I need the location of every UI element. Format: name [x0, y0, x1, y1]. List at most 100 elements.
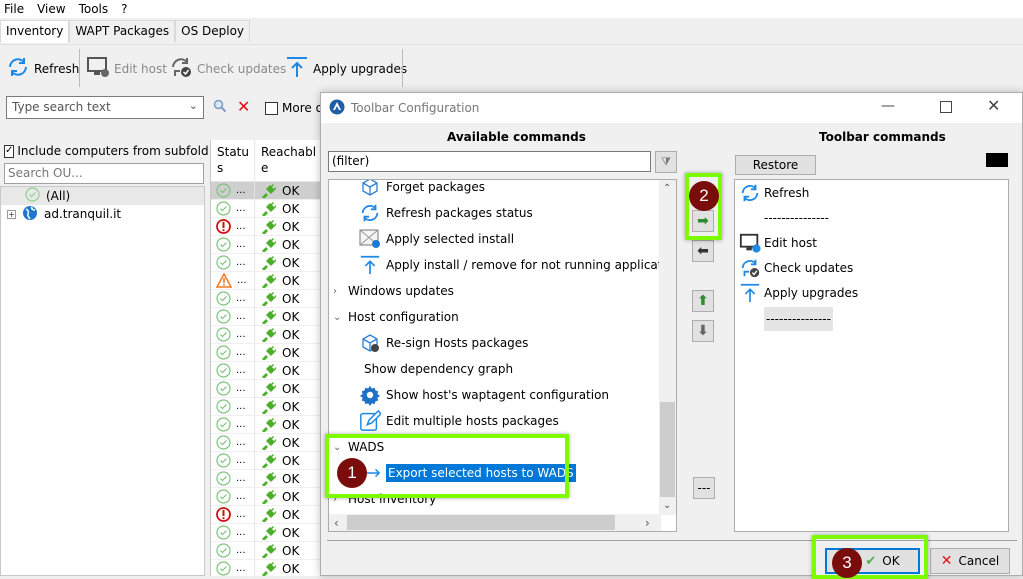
scroll-up-icon[interactable]: ⌃ — [663, 183, 671, 194]
tree-item[interactable]: Apply selected install — [359, 226, 514, 252]
table-row[interactable]: ... OK — [211, 235, 322, 254]
menu-view[interactable]: View — [37, 2, 65, 16]
highlight-ok-button — [812, 535, 928, 579]
chevron-down-icon[interactable]: ⌄ — [189, 99, 198, 112]
table-row[interactable]: ... OK — [211, 451, 322, 470]
tree-item[interactable]: Show dependency graph — [359, 356, 513, 382]
table-row[interactable]: ... OK — [211, 253, 322, 272]
search-input[interactable]: Type search text ⌄ — [6, 96, 204, 119]
ou-search-input[interactable]: Search OU... — [4, 163, 204, 184]
table-row[interactable]: ... OK — [211, 559, 322, 578]
table-row[interactable]: ... OK — [211, 541, 322, 560]
table-row[interactable]: ... OK — [211, 307, 322, 326]
apply-upgrades-button[interactable]: Apply upgrades — [285, 55, 407, 82]
tab-os-deploy[interactable]: OS Deploy — [175, 20, 251, 42]
toolbar-command-label: Apply upgrades — [764, 286, 859, 300]
tree-label: Edit multiple hosts packages — [386, 414, 559, 428]
table-row[interactable]: ... OK — [211, 199, 322, 218]
scrollbar-thumb[interactable] — [660, 402, 675, 497]
table-row[interactable]: ... OK — [211, 379, 322, 398]
status-cell: ... — [211, 343, 255, 362]
search-icon[interactable] — [213, 99, 227, 116]
column-header-status[interactable]: Statu s — [211, 140, 255, 181]
table-row[interactable]: ... OK — [211, 505, 322, 524]
clear-filter-button[interactable]: ⧩ — [655, 151, 677, 173]
table-row[interactable]: ... OK — [211, 361, 322, 380]
toolbar-command-item[interactable]: Edit host — [739, 232, 817, 254]
tree-item[interactable]: Apply install / remove for not running a… — [359, 252, 676, 278]
tree-item-domain[interactable]: + ad.tranquil.it — [1, 205, 204, 223]
tree-item[interactable]: Refresh packages status — [359, 200, 533, 226]
remove-from-toolbar-button[interactable]: ⬅ — [692, 240, 714, 262]
toolbar-command-item[interactable]: Check updates — [739, 257, 853, 279]
chevron-down-icon[interactable]: ⌄ — [333, 312, 343, 323]
clear-search-icon[interactable]: ✕ — [237, 97, 250, 116]
scroll-left-icon[interactable]: ‹ — [334, 516, 339, 530]
table-row[interactable]: ... OK — [211, 397, 322, 416]
scroll-down-icon[interactable]: ⌄ — [663, 500, 671, 511]
expand-icon[interactable]: + — [7, 209, 16, 219]
move-up-button[interactable]: ⬆ — [692, 290, 714, 312]
status-ellipsis: ... — [236, 437, 246, 448]
cancel-button[interactable]: ✕ Cancel — [930, 548, 1010, 574]
move-down-button[interactable]: ⬇ — [692, 320, 714, 342]
restore-button[interactable]: Restore — [735, 155, 816, 175]
toolbar-command-item[interactable]: Refresh — [739, 182, 809, 204]
table-row[interactable]: ... OK — [211, 181, 322, 200]
chevron-right-icon[interactable]: › — [333, 286, 343, 297]
table-row[interactable]: ... OK — [211, 343, 322, 362]
more-options-checkbox[interactable]: More o — [265, 101, 323, 115]
filter-input[interactable]: (filter) — [328, 151, 651, 172]
scrollbar-thumb[interactable] — [347, 515, 615, 530]
status-cell: ... — [211, 523, 255, 542]
table-row[interactable]: ... OK — [211, 469, 322, 488]
edit-host-button[interactable]: Edit host — [86, 55, 167, 82]
table-row[interactable]: ... OK — [211, 289, 322, 308]
tree-item-all[interactable]: (All) — [1, 187, 204, 205]
toolbar-command-item[interactable]: Apply upgrades — [739, 282, 858, 304]
column-header-reachable[interactable]: Reachabl e — [255, 140, 323, 181]
menu-tools[interactable]: Tools — [79, 2, 109, 16]
table-row[interactable]: ... OK — [211, 415, 322, 434]
tab-inventory[interactable]: Inventory — [0, 20, 70, 43]
tree-group[interactable]: › Windows updates — [333, 278, 454, 304]
check-updates-button[interactable]: Check updates — [169, 55, 286, 82]
include-subfolders-checkbox[interactable]: ✓ Include computers from subfolders — [4, 144, 209, 158]
tree-item[interactable]: Edit multiple hosts packages — [359, 408, 559, 434]
checkbox[interactable] — [265, 101, 278, 115]
table-row[interactable]: ... OK — [211, 433, 322, 452]
table-row[interactable]: ... OK — [211, 271, 322, 290]
color-swatch[interactable] — [986, 153, 1008, 167]
tab-wapt-packages[interactable]: WAPT Packages — [69, 20, 176, 42]
table-row[interactable]: ... OK — [211, 487, 322, 506]
status-ellipsis: ... — [236, 239, 246, 250]
table-row[interactable]: ... OK — [211, 325, 322, 344]
table-row[interactable]: ... OK — [211, 217, 322, 236]
checkbox-checked[interactable]: ✓ — [4, 144, 15, 158]
tree-label: Refresh packages status — [386, 206, 533, 220]
toolbar-command-item[interactable]: --------------- — [739, 207, 829, 229]
minimize-button[interactable]: — — [881, 98, 895, 114]
tree-item[interactable]: Show host's waptagent configuration — [359, 382, 609, 408]
ou-tree: (All) + ad.tranquil.it — [0, 186, 205, 576]
toolbar-command-item[interactable]: --------------- — [739, 307, 833, 331]
reachable-value: OK — [282, 507, 300, 522]
table-row[interactable]: ... OK — [211, 523, 322, 542]
tree-group[interactable]: ⌄ Host configuration — [333, 304, 459, 330]
menu-file[interactable]: File — [4, 2, 24, 16]
tree-item[interactable]: Re-sign Hosts packages — [359, 330, 528, 356]
tree-item[interactable]: Forget packages — [359, 180, 485, 200]
reachable-cell: OK — [255, 543, 299, 558]
dialog-title-bar[interactable]: Toolbar Configuration — ✕ — [321, 93, 1022, 123]
maximize-button[interactable] — [940, 101, 952, 113]
horizontal-scrollbar[interactable]: ‹ › — [329, 514, 661, 531]
refresh-button[interactable]: Refresh — [6, 55, 79, 82]
add-separator-button[interactable]: --- — [693, 477, 715, 499]
plug-icon — [260, 273, 276, 288]
scroll-right-icon[interactable]: › — [645, 516, 650, 530]
close-button[interactable]: ✕ — [987, 96, 1000, 115]
include-subfolders-label: Include computers from subfolders — [17, 144, 209, 158]
menu-help[interactable]: ? — [121, 2, 127, 16]
reachable-cell: OK — [255, 345, 299, 360]
vertical-scrollbar[interactable]: ⌃ ⌄ — [659, 180, 676, 515]
